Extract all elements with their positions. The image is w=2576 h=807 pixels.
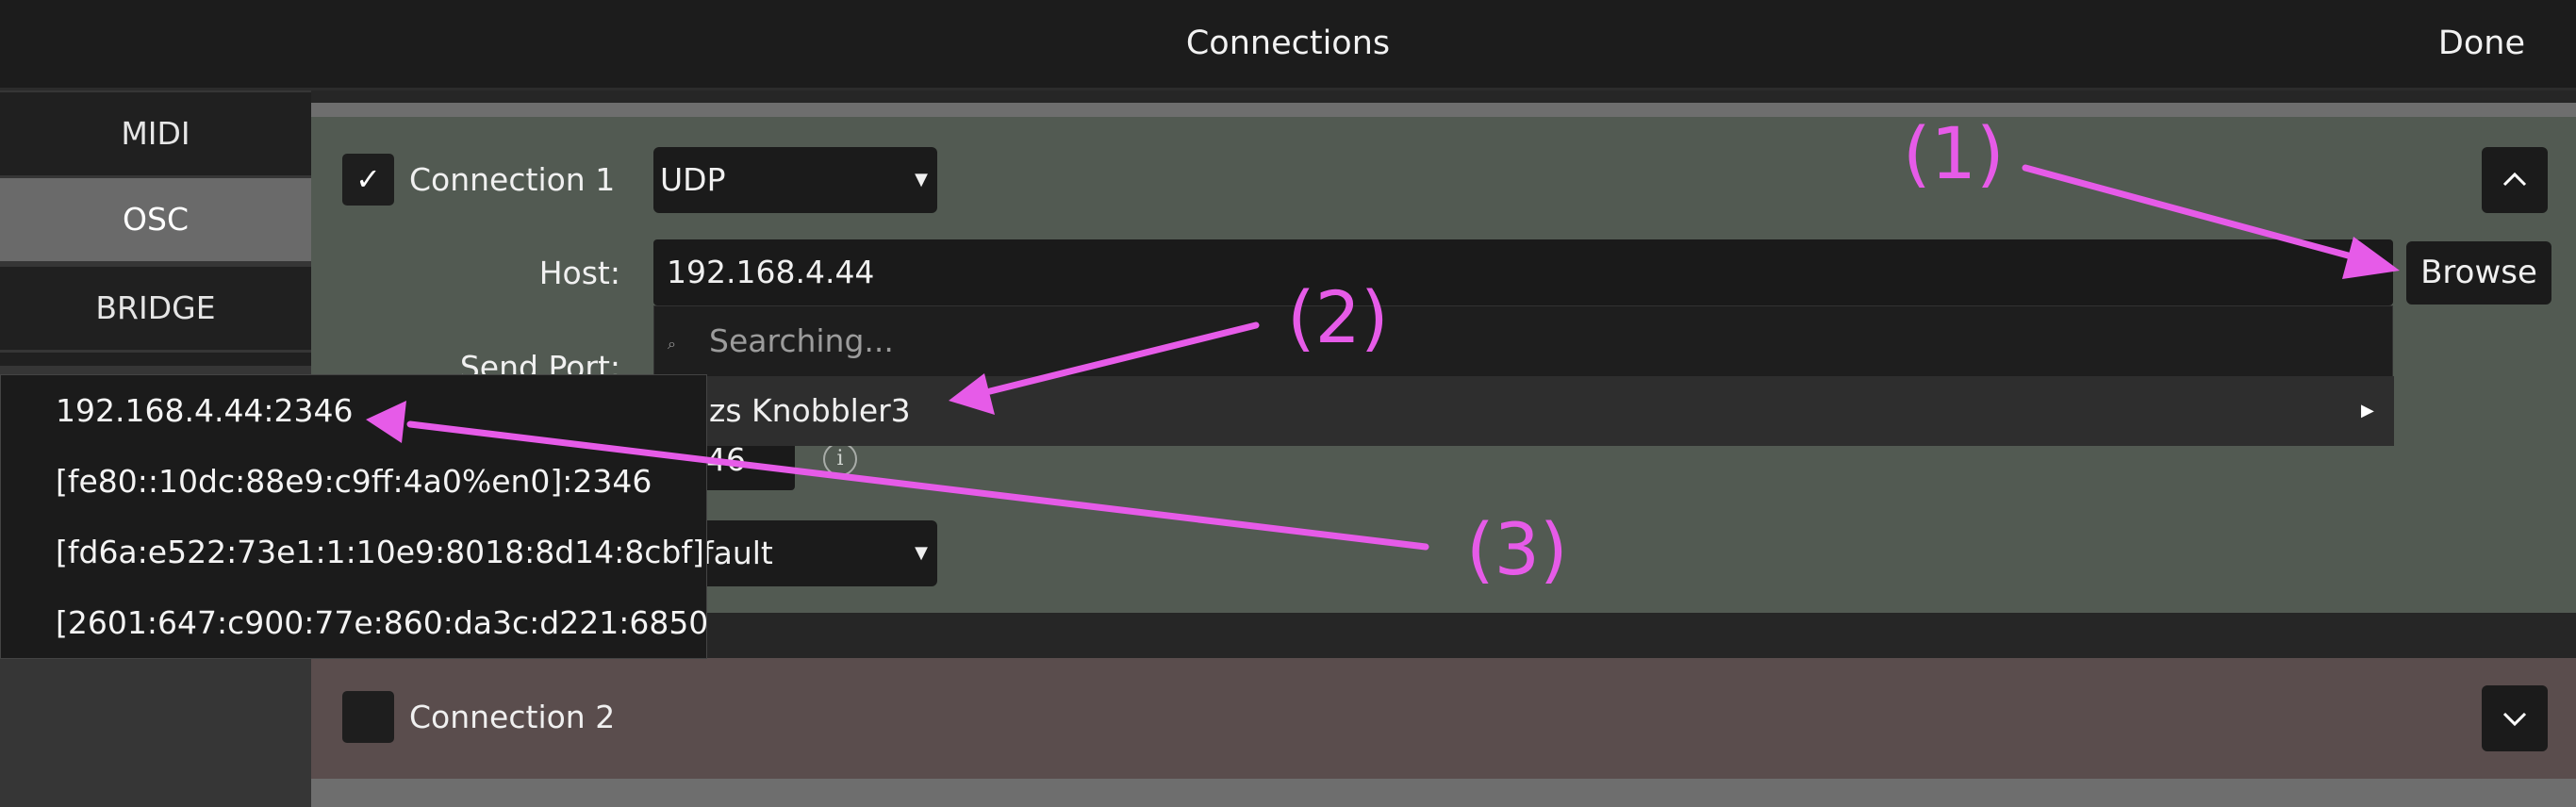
- browse-search-placeholder: Searching...: [709, 322, 894, 359]
- protocol-select[interactable]: UDP ▼: [653, 147, 937, 213]
- protocol-value: UDP: [660, 161, 726, 198]
- connection2-enable-checkbox[interactable]: [342, 691, 394, 743]
- connection1-top-strip: [311, 103, 2576, 117]
- caret-down-icon: ▼: [915, 543, 928, 563]
- page-title: Connections: [1185, 25, 1391, 62]
- address-item[interactable]: 192.168.4.44:2346: [1, 375, 706, 446]
- sidebar-tab-midi[interactable]: MIDI: [0, 92, 311, 175]
- sidebar-tab-bridge[interactable]: BRIDGE: [0, 267, 311, 350]
- sidebar-tab-partial: [0, 353, 311, 366]
- browse-button[interactable]: Browse: [2406, 241, 2551, 305]
- host-label: Host:: [538, 255, 620, 291]
- connection1-enable-checkbox[interactable]: ✓: [342, 154, 394, 206]
- browse-device-item[interactable]: zs Knobbler3 ▶: [654, 376, 2394, 446]
- address-item[interactable]: [fd6a:e522:73e1:1:10e9:8018:8d14:8cbf]:2…: [1, 517, 706, 587]
- search-icon: ⌕: [668, 335, 676, 353]
- annotation-2: (2): [1287, 275, 1389, 359]
- chevron-up-icon: [2502, 172, 2527, 187]
- bottom-strip: [311, 779, 2576, 807]
- address-item[interactable]: [2601:647:c900:77e:860:da3c:d221:6850]:2…: [1, 587, 706, 658]
- browse-popup: ⌕ Searching... zs Knobbler3 ▶: [653, 305, 2394, 446]
- connection1-name: Connection 1: [409, 161, 616, 198]
- chevron-right-icon: ▶: [2361, 401, 2374, 420]
- host-input-value: 192.168.4.44: [667, 254, 875, 290]
- connection2-panel: [311, 658, 2576, 779]
- host-input[interactable]: 192.168.4.44: [653, 239, 2393, 305]
- caret-down-icon: ▼: [915, 170, 928, 189]
- annotation-1: (1): [1903, 111, 2005, 195]
- collapse-connection1-button[interactable]: [2482, 147, 2548, 213]
- chevron-down-icon: [2502, 712, 2527, 727]
- mode-value: fault: [702, 535, 773, 571]
- address-item[interactable]: [fe80::10dc:88e9:c9ff:4a0%en0]:2346: [1, 446, 706, 517]
- browse-device-name: zs Knobbler3: [709, 392, 911, 429]
- browse-search-row: ⌕ Searching...: [654, 306, 2394, 376]
- sidebar-tab-osc[interactable]: OSC: [0, 178, 311, 261]
- annotation-3: (3): [1466, 507, 1568, 591]
- connection2-name: Connection 2: [409, 699, 616, 735]
- address-list: 192.168.4.44:2346 [fe80::10dc:88e9:c9ff:…: [0, 374, 707, 659]
- info-icon[interactable]: i: [823, 442, 857, 476]
- done-button[interactable]: Done: [2438, 0, 2525, 88]
- expand-connection2-button[interactable]: [2482, 685, 2548, 751]
